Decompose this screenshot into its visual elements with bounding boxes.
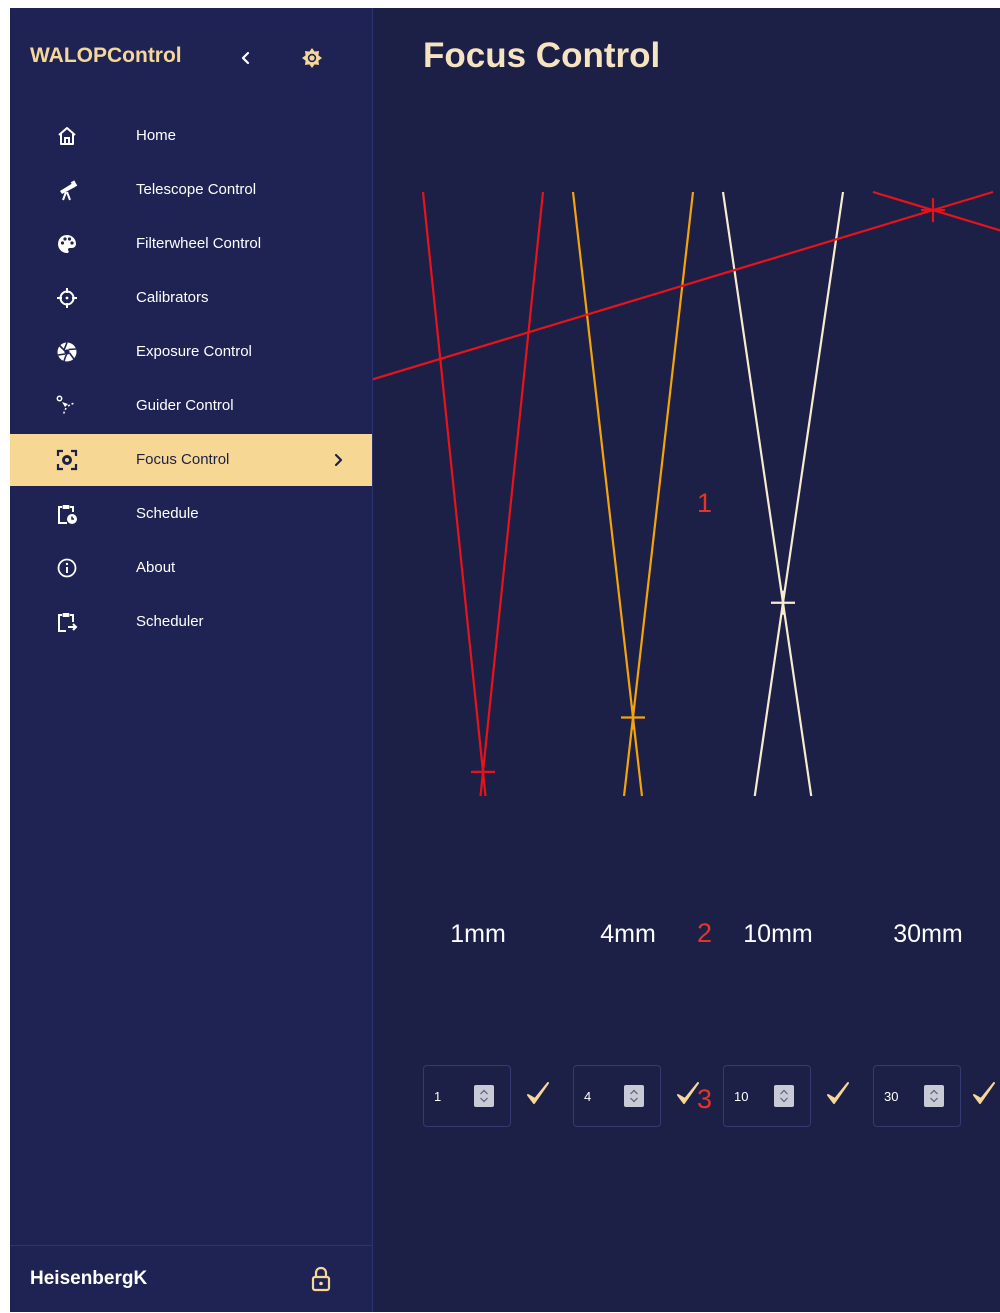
sidebar-item-schedule[interactable]: Schedule: [10, 488, 372, 540]
focus-input-1mm[interactable]: [434, 1086, 468, 1106]
username: HeisenbergK: [30, 1268, 148, 1289]
checkmark-icon: [973, 1082, 995, 1104]
sidebar-item-label: Schedule: [136, 505, 199, 522]
telescope-icon: [56, 179, 78, 201]
confirm-button-1mm[interactable]: [525, 1078, 551, 1110]
app-window: WALOPControl Home Telescope Control Filt…: [10, 8, 1000, 1312]
sidebar-item-telescope-control[interactable]: Telescope Control: [10, 164, 372, 216]
clipboard-clock-icon: [56, 503, 78, 525]
info-icon: [56, 557, 78, 579]
chevron-right-icon: [332, 450, 346, 470]
confirm-button-30mm[interactable]: [971, 1078, 997, 1110]
sidebar-item-label: Guider Control: [136, 397, 234, 414]
spin-arrows-icon[interactable]: [474, 1085, 494, 1107]
sidebar-item-focus-control[interactable]: Focus Control: [10, 434, 372, 486]
logout-button[interactable]: [310, 1266, 332, 1292]
size-label-30mm: 30mm: [893, 920, 963, 948]
confirm-button-4mm[interactable]: [675, 1078, 701, 1110]
checkmark-icon: [527, 1082, 549, 1104]
sidebar-item-label: Calibrators: [136, 289, 209, 306]
size-label-4mm: 4mm: [600, 920, 656, 948]
sidebar-item-exposure-control[interactable]: Exposure Control: [10, 326, 372, 378]
confirm-button-10mm[interactable]: [825, 1078, 851, 1110]
sun-icon: [302, 48, 322, 68]
sidebar-item-calibrators[interactable]: Calibrators: [10, 272, 372, 324]
sidebar-item-label: Focus Control: [136, 451, 230, 468]
focus-icon: [56, 449, 78, 471]
sidebar-item-label: Scheduler: [136, 613, 204, 630]
focus-stepper-30mm[interactable]: [873, 1065, 961, 1127]
user-bar: HeisenbergK: [10, 1245, 372, 1313]
theme-toggle-button[interactable]: [300, 46, 324, 70]
checkmark-icon: [677, 1082, 699, 1104]
lock-icon: [311, 1266, 331, 1292]
focus-ray-left-1mm: [421, 191, 487, 797]
focus-stepper-1mm[interactable]: [423, 1065, 511, 1127]
focus-input-4mm[interactable]: [584, 1086, 618, 1106]
palette-icon: [56, 233, 78, 255]
sidebar-item-filterwheel-control[interactable]: Filterwheel Control: [10, 218, 372, 270]
aperture-icon: [56, 341, 78, 363]
size-label-10mm: 10mm: [743, 920, 813, 948]
main-content: Focus Control 1 2 3 1mm 4mm 10mm 30mm: [373, 8, 1000, 1312]
sidebar-item-guider-control[interactable]: Guider Control: [10, 380, 372, 432]
home-icon: [56, 125, 78, 147]
sidebar-item-home[interactable]: Home: [10, 110, 372, 162]
sidebar-item-label: Telescope Control: [136, 181, 257, 198]
focus-ray-left-30mm: [872, 190, 1000, 232]
spin-arrows-icon[interactable]: [924, 1085, 944, 1107]
focus-ray-right-4mm: [622, 191, 695, 797]
sidebar-item-about[interactable]: About: [10, 542, 372, 594]
sidebar-item-label: About: [136, 559, 176, 576]
annotation-marker-2: 2: [697, 918, 713, 948]
spin-arrows-icon[interactable]: [774, 1085, 794, 1107]
annotation-marker-1: 1: [697, 488, 713, 518]
focus-ray-left-4mm: [571, 191, 644, 797]
focus-diagram: [373, 190, 1000, 797]
focus-stepper-4mm[interactable]: [573, 1065, 661, 1127]
crosshair-icon: [56, 287, 78, 309]
focus-stepper-10mm[interactable]: [723, 1065, 811, 1127]
focus-ray-right-1mm: [479, 191, 545, 797]
spin-arrows-icon[interactable]: [624, 1085, 644, 1107]
chevron-left-icon: [241, 51, 250, 65]
sidebar-item-scheduler[interactable]: Scheduler: [10, 596, 372, 648]
focus-input-30mm[interactable]: [884, 1086, 918, 1106]
checkmark-icon: [827, 1082, 849, 1104]
satellite-icon: [56, 395, 78, 417]
app-brand: WALOPControl: [30, 44, 182, 67]
collapse-sidebar-button[interactable]: [236, 46, 256, 70]
sidebar-item-label: Exposure Control: [136, 343, 252, 360]
clipboard-arrow-icon: [56, 611, 78, 633]
size-label-1mm: 1mm: [450, 920, 506, 948]
sidebar-item-label: Home: [136, 127, 177, 144]
sidebar: WALOPControl Home Telescope Control Filt…: [10, 8, 373, 1312]
sidebar-item-label: Filterwheel Control: [136, 235, 262, 252]
focus-input-10mm[interactable]: [734, 1086, 768, 1106]
